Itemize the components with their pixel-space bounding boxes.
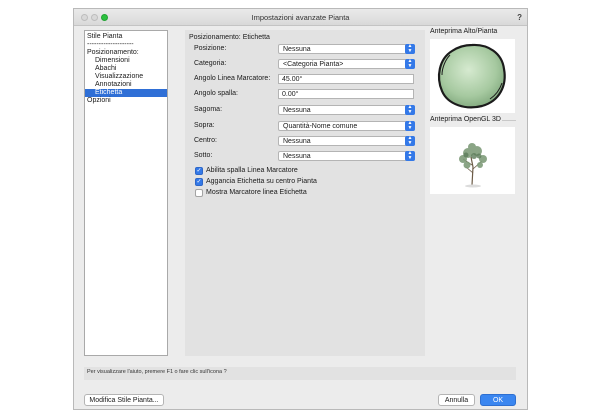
angolo-marcatore-label: Angolo Linea Marcatore: [194,75,271,82]
angolo-marcatore-value: 45.00° [282,76,303,83]
settings-panel: Posizionamento: Etichetta Posizione: Nes… [185,30,425,356]
sotto-select[interactable]: Nessuna ▲ ▼ [278,151,415,161]
updown-chevron-icon: ▲ ▼ [405,121,415,131]
sidebar-item-annotazioni[interactable]: Annotazioni [95,81,132,89]
plant-plan-symbol-icon [437,43,506,109]
preview-divider [502,120,516,121]
sidebar-item-etichetta[interactable]: Etichetta [85,89,167,97]
categoria-select[interactable]: <Categoria Pianta> ▲ ▼ [278,59,415,69]
updown-chevron-icon: ▲ ▼ [405,151,415,161]
sotto-label: Sotto: [194,152,213,159]
sidebar-item-stile-pianta[interactable]: Stile Pianta [87,33,122,41]
window-title: Impostazioni avanzate Pianta [251,13,350,22]
sopra-select[interactable]: Quantità-Nome comune ▲ ▼ [278,121,415,131]
dialog-window: Impostazioni avanzate Pianta ? Stile Pia… [73,8,528,410]
angolo-marcatore-field[interactable]: 45.00° [278,74,414,84]
centro-value: Nessuna [283,138,311,145]
sotto-value: Nessuna [283,153,311,160]
help-text: Per visualizzare l'aiuto, premere F1 o f… [87,369,227,375]
cancel-button[interactable]: Annulla [438,394,475,406]
mostra-marcatore-label[interactable]: Mostra Marcatore linea Etichetta [206,189,307,196]
sagoma-value: Nessuna [283,107,311,114]
abilita-spalla-checkbox[interactable]: ✓ [195,167,203,175]
centro-select[interactable]: Nessuna ▲ ▼ [278,136,415,146]
top-plan-preview [430,39,515,113]
posizione-value: Nessuna [283,46,311,53]
categoria-label: Categoria: [194,60,227,67]
help-bar: Per visualizzare l'aiuto, premere F1 o f… [84,367,516,380]
updown-chevron-icon: ▲ ▼ [405,136,415,146]
sagoma-select[interactable]: Nessuna ▲ ▼ [278,105,415,115]
aggancia-etichetta-label[interactable]: Aggancia Etichetta su centro Pianta [206,178,317,185]
mostra-marcatore-checkbox[interactable] [195,189,203,197]
sidebar-item-abachi[interactable]: Abachi [95,65,116,73]
sopra-label: Sopra: [194,122,215,129]
sidebar-item-opzioni[interactable]: Opzioni [87,97,111,105]
sidebar-item-dimensioni[interactable]: Dimensioni [95,57,130,65]
sidebar-item-posizionamento[interactable]: Posizionamento: [87,49,139,57]
sopra-value: Quantità-Nome comune [283,123,358,130]
opengl-3d-preview [430,127,515,194]
help-question-icon[interactable]: ? [517,13,522,22]
updown-chevron-icon: ▲ ▼ [405,105,415,115]
modify-style-button[interactable]: Modifica Stile Pianta... [84,394,164,406]
sagoma-label: Sagoma: [194,106,223,113]
panel-title: Posizionamento: Etichetta [189,34,270,41]
centro-label: Centro: [194,137,217,144]
posizione-label: Posizione: [194,45,227,52]
sidebar-list[interactable]: Stile Pianta -------------------- Posizi… [84,30,168,356]
updown-chevron-icon: ▲ ▼ [405,59,415,69]
top-preview-title: Anteprima Alto/Pianta [430,28,498,35]
sidebar-separator: -------------------- [87,41,134,48]
tree-3d-icon [459,143,487,188]
categoria-value: <Categoria Pianta> [283,61,344,68]
aggancia-etichetta-checkbox[interactable]: ✓ [195,178,203,186]
sidebar-item-visualizzazione[interactable]: Visualizzazione [95,73,143,81]
ok-button[interactable]: OK [480,394,516,406]
angolo-spalla-value: 0.00° [282,91,299,98]
abilita-spalla-label[interactable]: Abilita spalla Linea Marcatore [206,167,298,174]
opengl-preview-title: Anteprima OpenGL 3D [430,116,501,123]
angolo-spalla-label: Angolo spalla: [194,90,238,97]
posizione-select[interactable]: Nessuna ▲ ▼ [278,44,415,54]
title-bar: Impostazioni avanzate Pianta ? [74,9,527,26]
angolo-spalla-field[interactable]: 0.00° [278,89,414,99]
updown-chevron-icon: ▲ ▼ [405,44,415,54]
